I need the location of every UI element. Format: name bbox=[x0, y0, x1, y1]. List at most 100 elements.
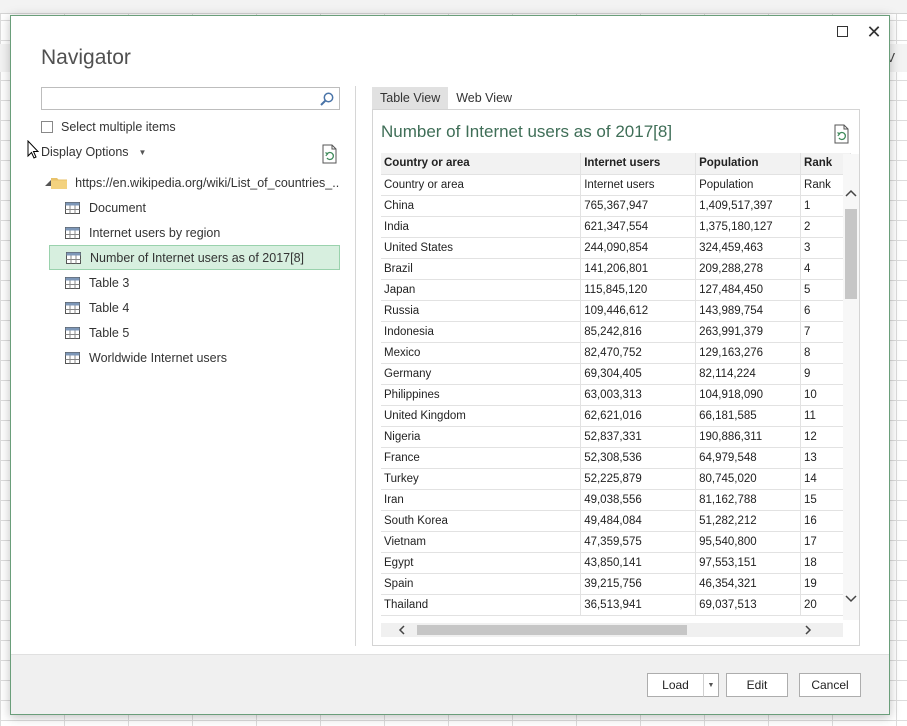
table-cell: 66,181,585 bbox=[695, 405, 802, 427]
table-cell: Indonesia bbox=[381, 321, 582, 343]
select-multiple-items[interactable]: Select multiple items bbox=[41, 120, 176, 134]
table-cell: 190,886,311 bbox=[695, 426, 802, 448]
table-row: Spain 39,215,756 46,354,321 19 bbox=[381, 573, 851, 595]
horizontal-scroll-thumb[interactable] bbox=[417, 625, 687, 635]
maximize-button[interactable] bbox=[828, 20, 856, 44]
table-cell: 95,540,800 bbox=[695, 531, 802, 553]
close-button[interactable]: ✕ bbox=[860, 20, 888, 44]
display-options-button[interactable]: Display Options ▼ bbox=[41, 145, 146, 159]
table-cell: 104,918,090 bbox=[695, 384, 802, 406]
search-box[interactable] bbox=[41, 87, 340, 110]
table-row: Brazil 141,206,801 209,288,278 4 bbox=[381, 258, 851, 280]
preview-title: Number of Internet users as of 2017[8] bbox=[381, 122, 673, 141]
table-cell: 263,991,379 bbox=[695, 321, 802, 343]
tree-item[interactable]: Number of Internet users as of 2017[8] bbox=[49, 245, 340, 270]
column-header-population[interactable]: Population bbox=[695, 153, 802, 175]
table-cell: 82,470,752 bbox=[580, 342, 697, 364]
refresh-icon[interactable] bbox=[321, 144, 339, 164]
table-cell: 49,484,084 bbox=[580, 510, 697, 532]
scroll-left-icon[interactable] bbox=[397, 625, 407, 635]
table-cell: Iran bbox=[381, 489, 582, 511]
table-cell: Vietnam bbox=[381, 531, 582, 553]
navigator-tree: ◢ https://en.wikipedia.org/wiki/List_of_… bbox=[45, 170, 340, 370]
load-dropdown-button[interactable]: ▼ bbox=[703, 673, 719, 697]
tree-item[interactable]: Worldwide Internet users bbox=[49, 345, 340, 370]
load-button[interactable]: Load bbox=[647, 673, 703, 697]
edit-button[interactable]: Edit bbox=[726, 673, 788, 697]
table-cell: 127,484,450 bbox=[695, 279, 802, 301]
table-cell: 46,354,321 bbox=[695, 573, 802, 595]
table-cell: 52,225,879 bbox=[580, 468, 697, 490]
tab-web-view[interactable]: Web View bbox=[448, 87, 520, 109]
tree-root-label: https://en.wikipedia.org/wiki/List_of_co… bbox=[75, 175, 340, 190]
search-icon[interactable] bbox=[319, 91, 335, 107]
table-cell: 129,163,276 bbox=[695, 342, 802, 364]
table-cell: 85,242,816 bbox=[580, 321, 697, 343]
close-icon: ✕ bbox=[866, 22, 882, 42]
table-row: India 621,347,554 1,375,180,127 2 bbox=[381, 216, 851, 238]
table-cell: 52,837,331 bbox=[580, 426, 697, 448]
table-cell: Turkey bbox=[381, 468, 582, 490]
table-cell: 69,304,405 bbox=[580, 363, 697, 385]
tree-item-label: Number of Internet users as of 2017[8] bbox=[90, 250, 305, 265]
maximize-icon bbox=[836, 26, 848, 37]
table-cell: 49,038,556 bbox=[580, 489, 697, 511]
table-row: China 765,367,947 1,409,517,397 1 bbox=[381, 195, 851, 217]
table-cell: Russia bbox=[381, 300, 582, 322]
vertical-scroll-thumb[interactable] bbox=[845, 209, 857, 299]
select-multiple-checkbox[interactable] bbox=[41, 121, 53, 133]
search-input[interactable] bbox=[42, 88, 312, 109]
table-cell: 62,621,016 bbox=[580, 405, 697, 427]
table-row: Thailand 36,513,941 69,037,513 20 bbox=[381, 594, 851, 616]
table-cell: 765,367,947 bbox=[580, 195, 697, 217]
column-header-internet-users[interactable]: Internet users bbox=[580, 153, 697, 175]
column-header-country[interactable]: Country or area bbox=[381, 153, 582, 175]
table-cell: Nigeria bbox=[381, 426, 582, 448]
tree-item-label: Internet users by region bbox=[89, 225, 221, 240]
tree-item[interactable]: Internet users by region bbox=[49, 220, 340, 245]
tree-item[interactable]: Table 3 bbox=[49, 270, 340, 295]
table-cell: 63,003,313 bbox=[580, 384, 697, 406]
vertical-scrollbar[interactable] bbox=[843, 154, 859, 620]
table-cell: United States bbox=[381, 237, 582, 259]
table-cell: 244,090,854 bbox=[580, 237, 697, 259]
table-cell: China bbox=[381, 195, 582, 217]
table-cell: 39,215,756 bbox=[580, 573, 697, 595]
table-row: Turkey 52,225,879 80,745,020 14 bbox=[381, 468, 851, 490]
pane-divider bbox=[355, 86, 356, 646]
dialog-footer: Load ▼ Edit Cancel bbox=[11, 654, 889, 714]
table-cell: 621,347,554 bbox=[580, 216, 697, 238]
horizontal-scrollbar[interactable] bbox=[381, 623, 843, 637]
table-cell: Mexico bbox=[381, 342, 582, 364]
cancel-button[interactable]: Cancel bbox=[799, 673, 861, 697]
table-cell: Spain bbox=[381, 573, 582, 595]
table-cell: United Kingdom bbox=[381, 405, 582, 427]
tree-item-label: Worldwide Internet users bbox=[89, 350, 228, 365]
tree-item[interactable]: Table 4 bbox=[49, 295, 340, 320]
scroll-down-icon[interactable] bbox=[845, 594, 857, 604]
table-cell: 115,845,120 bbox=[580, 279, 697, 301]
scroll-up-icon[interactable] bbox=[845, 188, 857, 198]
tree-item[interactable]: Document bbox=[49, 195, 340, 220]
table-cell: Brazil bbox=[381, 258, 582, 280]
tree-item-label: Table 4 bbox=[89, 300, 130, 315]
tree-root-node[interactable]: ◢ https://en.wikipedia.org/wiki/List_of_… bbox=[45, 170, 340, 195]
table-cell: 324,459,463 bbox=[695, 237, 802, 259]
table-cell: South Korea bbox=[381, 510, 582, 532]
scroll-right-icon[interactable] bbox=[803, 625, 813, 635]
table-row: Philippines 63,003,313 104,918,090 10 bbox=[381, 384, 851, 406]
table-cell: 81,162,788 bbox=[695, 489, 802, 511]
table-cell: 1,375,180,127 bbox=[695, 216, 802, 238]
tree-item-label: Table 5 bbox=[89, 325, 130, 340]
preview-pane: Number of Internet users as of 2017[8] C… bbox=[372, 109, 860, 646]
refresh-preview-icon[interactable] bbox=[833, 124, 851, 144]
table-cell: 1,409,517,397 bbox=[695, 195, 802, 217]
table-cell: 143,989,754 bbox=[695, 300, 802, 322]
tab-table-view[interactable]: Table View bbox=[372, 87, 449, 109]
table-row: Mexico 82,470,752 129,163,276 8 bbox=[381, 342, 851, 364]
table-row: Indonesia 85,242,816 263,991,379 7 bbox=[381, 321, 851, 343]
table-row: Iran 49,038,556 81,162,788 15 bbox=[381, 489, 851, 511]
tree-item[interactable]: Table 5 bbox=[49, 320, 340, 345]
table-row: Egypt 43,850,141 97,553,151 18 bbox=[381, 552, 851, 574]
table-cell: 69,037,513 bbox=[695, 594, 802, 616]
